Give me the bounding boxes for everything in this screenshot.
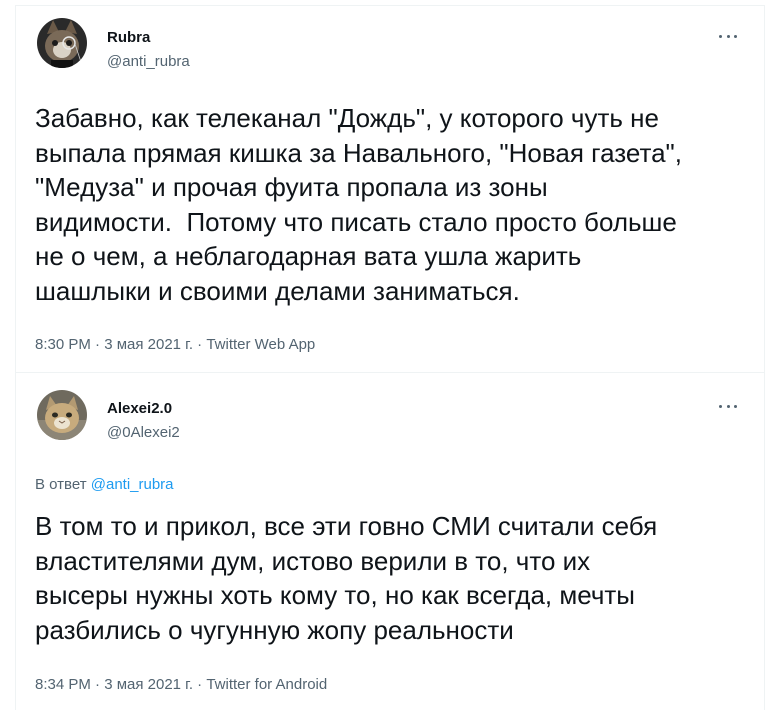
author-handle[interactable]: @0Alexei2: [107, 424, 180, 441]
reply-prefix: В ответ: [35, 476, 91, 493]
tweet-text: Забавно, как телеканал "Дождь", у которо…: [35, 103, 683, 306]
more-options-icon[interactable]: [717, 27, 739, 45]
tweet-text: В том то и прикол, все эти говно СМИ счи…: [35, 511, 658, 645]
author-name[interactable]: Alexei2.0: [107, 400, 172, 417]
author-handle[interactable]: @anti_rubra: [107, 53, 190, 70]
cat-photo-avatar[interactable]: [37, 390, 87, 440]
cat-with-monocle-avatar[interactable]: [37, 18, 87, 68]
reply-to-link[interactable]: @anti_rubra: [91, 476, 174, 493]
tweet-timestamp[interactable]: 8:30 PM · 3 мая 2021 г. · Twitter Web Ap…: [35, 336, 315, 353]
tweet[interactable]: Rubra @anti_rubra Забавно, как телеканал…: [15, 5, 765, 373]
more-options-icon[interactable]: [717, 397, 739, 415]
author-name[interactable]: Rubra: [107, 29, 150, 46]
tweet[interactable]: Alexei2.0 @0Alexei2 В ответ @anti_rubra …: [15, 373, 765, 710]
tweet-timestamp[interactable]: 8:34 PM · 3 мая 2021 г. · Twitter for An…: [35, 676, 327, 693]
reply-context: В ответ @anti_rubra: [35, 476, 174, 493]
